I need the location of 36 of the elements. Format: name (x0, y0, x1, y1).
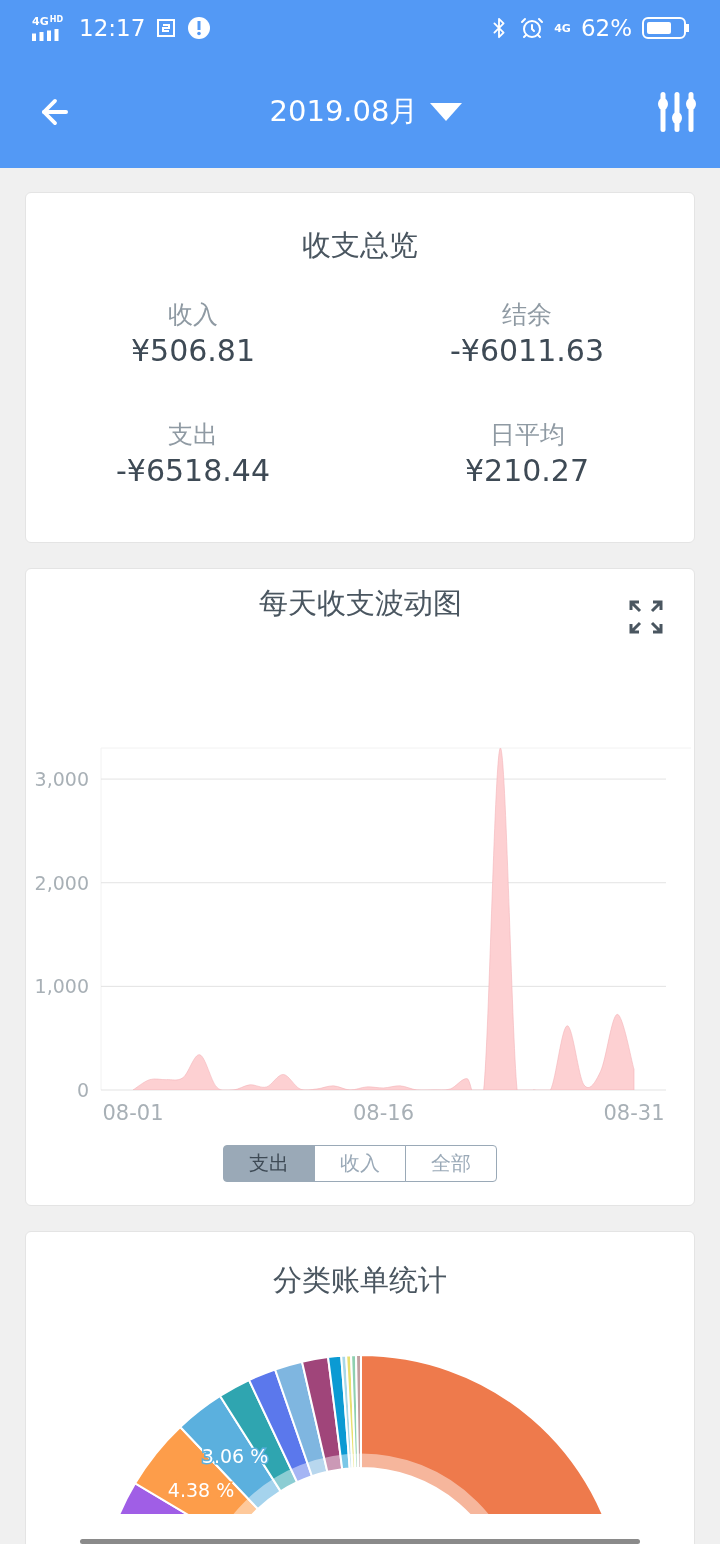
stat-value: ¥506.81 (130, 333, 256, 368)
status-time: 12:17 (79, 15, 146, 41)
y-axis-label: 2,000 (34, 871, 89, 894)
stat-value: -¥6518.44 (116, 453, 270, 488)
x-axis-label: 08-31 (603, 1101, 665, 1125)
battery-icon (642, 16, 690, 40)
caret-icon (430, 103, 463, 121)
card-title: 收支总览 (302, 226, 418, 264)
alert-icon (187, 16, 212, 40)
slice-label: 4.38 % (167, 1478, 235, 1501)
y-axis-label: 3,000 (34, 768, 89, 791)
data-network-label: 4G (554, 22, 571, 34)
chart-toggle[interactable]: 收入 (313, 1145, 406, 1182)
fullscreen-button[interactable] (628, 599, 664, 635)
stat-label: 支出 (168, 419, 218, 451)
stat-label: 结余 (502, 299, 552, 331)
filter-button[interactable] (658, 90, 696, 134)
chart-toggle[interactable]: 全部 (404, 1145, 497, 1182)
y-axis-label: 0 (76, 1079, 89, 1101)
y-axis-label: 1,000 (34, 975, 89, 998)
network-label: 4G (32, 15, 49, 27)
signal-icon (32, 28, 60, 41)
x-axis-label: 08-16 (353, 1101, 414, 1125)
card-title: 分类账单统计 (273, 1262, 447, 1299)
alarm-icon (520, 16, 545, 40)
month-selector[interactable]: 2019.08月 (269, 92, 463, 132)
stat-value: ¥210.27 (464, 453, 590, 488)
stat-label: 收入 (168, 299, 218, 331)
stat-value: -¥6011.63 (450, 333, 604, 368)
card-title: 每天收支波动图 (258, 585, 462, 622)
x-axis-label: 08-01 (102, 1101, 164, 1125)
screenshot-icon (155, 17, 178, 39)
chart-toggle[interactable]: 支出 (222, 1145, 315, 1182)
network-hd-label: HD (49, 15, 64, 24)
battery-percent: 62% (580, 15, 632, 41)
stat-label: 日平均 (489, 419, 565, 451)
